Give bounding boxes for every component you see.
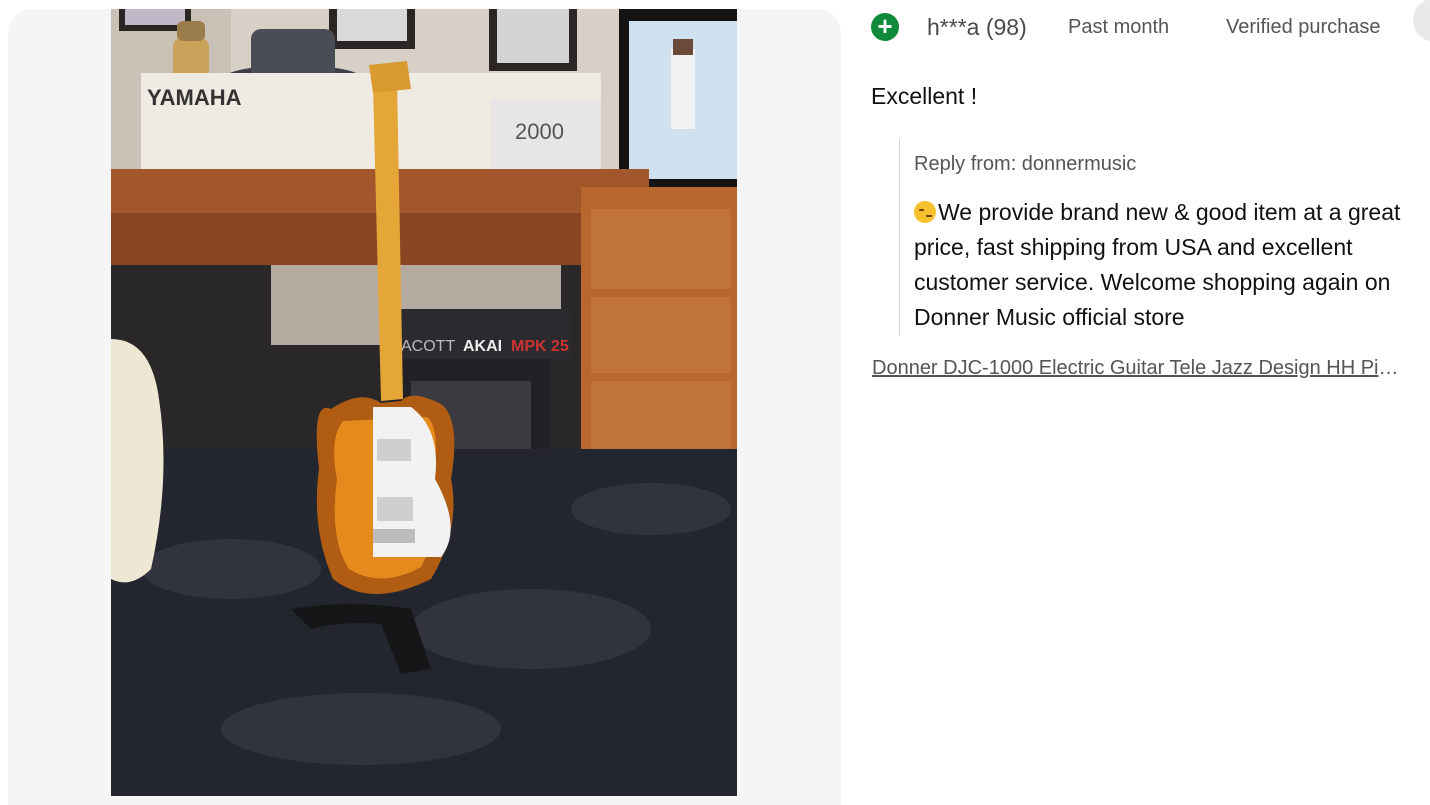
- reply-body: We provide brand new & good item at a gr…: [914, 199, 1401, 330]
- svg-text:MPK 25: MPK 25: [511, 338, 569, 355]
- svg-text:AKAI: AKAI: [463, 338, 502, 355]
- winking-face-icon: [914, 201, 936, 223]
- review-header: + h***a (98) Past month Verified purchas…: [871, 0, 1430, 43]
- svg-text:YAMAHA: YAMAHA: [147, 85, 242, 110]
- reply-body-container: We provide brand new & good item at a gr…: [914, 195, 1430, 335]
- svg-text:2000: 2000: [515, 119, 564, 144]
- plus-circle-icon: +: [871, 13, 899, 41]
- review-panel: + h***a (98) Past month Verified purchas…: [871, 0, 1430, 805]
- reviewer-username[interactable]: h***a (98): [927, 14, 1027, 41]
- review-text: Excellent !: [871, 83, 978, 109]
- verified-purchase-label: Verified purchase: [1226, 16, 1381, 38]
- product-link[interactable]: Donner DJC-1000 Electric Guitar Tele Jaz…: [872, 357, 1403, 380]
- guitar-room-image: YAMAHA 2000 ACOTT AKAI MPK 25: [111, 9, 737, 796]
- review-timeframe: Past month: [1068, 16, 1170, 38]
- svg-text:ACOTT: ACOTT: [401, 338, 455, 355]
- review-photo[interactable]: YAMAHA 2000 ACOTT AKAI MPK 25: [111, 9, 737, 796]
- seller-reply: Reply from: donnermusic We provide brand…: [899, 139, 1430, 335]
- media-panel: YAMAHA 2000 ACOTT AKAI MPK 25: [8, 9, 841, 805]
- reply-label: Reply from: donnermusic: [914, 153, 1137, 175]
- more-options-button[interactable]: [1413, 0, 1430, 42]
